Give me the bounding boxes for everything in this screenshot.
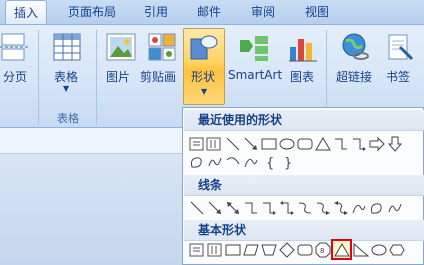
svg-text:{: { bbox=[266, 156, 274, 170]
elbow-arrow-connector-shape-icon[interactable] bbox=[261, 200, 277, 216]
oval-shape-icon[interactable] bbox=[371, 242, 387, 258]
bookmark-icon bbox=[388, 34, 414, 61]
tab-page-layout[interactable]: 页面布局 bbox=[60, 0, 124, 24]
diamond-shape-icon[interactable] bbox=[279, 242, 295, 258]
bookmark-label: 书签 bbox=[386, 70, 411, 84]
oval-shape-icon[interactable] bbox=[279, 136, 295, 152]
page-break-icon bbox=[0, 33, 28, 61]
svg-text:8: 8 bbox=[320, 247, 324, 255]
freeform-shape-icon[interactable] bbox=[369, 200, 385, 216]
chevron-down-icon: ▼ bbox=[201, 87, 208, 96]
tab-mailings[interactable]: 邮件 bbox=[189, 0, 229, 24]
picture-label: 图片 bbox=[106, 70, 131, 84]
tab-view[interactable]: 视图 bbox=[297, 0, 337, 24]
parallelogram-shape-icon[interactable] bbox=[243, 242, 259, 258]
table-icon bbox=[53, 33, 81, 61]
clipart-icon bbox=[148, 33, 176, 61]
textbox-shape-icon[interactable] bbox=[189, 136, 205, 152]
vertical-textbox-shape-icon[interactable] bbox=[207, 242, 223, 258]
chart-button[interactable]: 图表 bbox=[284, 30, 322, 90]
shapes-label: 形状 bbox=[191, 70, 216, 84]
chart-icon bbox=[289, 39, 317, 62]
tab-references[interactable]: 引用 bbox=[136, 0, 176, 24]
rectangle-shape-icon[interactable] bbox=[225, 242, 241, 258]
group-separator bbox=[96, 30, 97, 125]
right-arrow-shape-icon[interactable] bbox=[369, 136, 385, 152]
bookmark-button[interactable]: 书签 bbox=[380, 30, 420, 90]
page-break-button[interactable]: 分页 bbox=[0, 30, 34, 90]
rounded-rectangle-shape-icon[interactable] bbox=[297, 136, 313, 152]
group-label-table: 表格 bbox=[57, 112, 79, 125]
elbow-arrow-connector-shape-icon[interactable] bbox=[351, 136, 367, 152]
section-basic-shapes: 基本形状 bbox=[184, 220, 424, 241]
hyperlink-button[interactable]: 超链接 bbox=[332, 30, 378, 90]
clipart-button[interactable]: 剪贴画 bbox=[140, 30, 184, 90]
elbow-double-arrow-connector-shape-icon[interactable] bbox=[279, 200, 295, 216]
rectangle-shape-icon[interactable] bbox=[261, 136, 277, 152]
smartart-icon bbox=[240, 36, 268, 61]
curved-double-arrow-connector-shape-icon[interactable] bbox=[333, 200, 349, 216]
basic-shapes-row: 8 bbox=[189, 239, 424, 260]
curve-shape-icon[interactable] bbox=[351, 200, 367, 216]
right-triangle-shape-icon[interactable] bbox=[353, 242, 369, 258]
elbow-connector-shape-icon[interactable] bbox=[243, 200, 259, 216]
lines-shapes-row bbox=[189, 200, 421, 218]
chart-label: 图表 bbox=[290, 70, 315, 84]
arc-shape-icon[interactable] bbox=[225, 154, 241, 170]
scribble-shape-icon[interactable] bbox=[207, 154, 223, 170]
isosceles-triangle-shape-selected[interactable] bbox=[331, 239, 352, 260]
rounded-rectangle-shape-icon[interactable] bbox=[297, 242, 313, 258]
hexagon-shape-icon[interactable] bbox=[389, 242, 405, 258]
shapes-gallery: 最近使用的形状 { } 线条 基本形状 8 bbox=[182, 107, 424, 265]
section-lines: 线条 bbox=[184, 175, 424, 196]
section-recent-shapes: 最近使用的形状 bbox=[184, 110, 424, 131]
elbow-connector-shape-icon[interactable] bbox=[333, 136, 349, 152]
down-arrow-shape-icon[interactable] bbox=[387, 136, 403, 152]
document-ruler bbox=[0, 128, 185, 154]
line-shape-icon[interactable] bbox=[189, 200, 205, 216]
arrow-shape-icon[interactable] bbox=[207, 200, 223, 216]
group-separator bbox=[38, 30, 39, 125]
curve-shape-icon[interactable] bbox=[243, 154, 259, 170]
shapes-icon bbox=[190, 35, 218, 60]
hyperlink-label: 超链接 bbox=[336, 70, 373, 84]
chevron-down-icon: ▼ bbox=[63, 84, 70, 93]
smartart-label: SmartArt bbox=[228, 68, 283, 82]
picture-button[interactable]: 图片 bbox=[102, 30, 140, 90]
curved-arrow-connector-shape-icon[interactable] bbox=[315, 200, 331, 216]
tab-insert[interactable]: 插入 bbox=[5, 0, 47, 25]
svg-text:}: } bbox=[284, 156, 292, 170]
trapezoid-shape-icon[interactable] bbox=[261, 242, 277, 258]
freeform-shape-icon[interactable] bbox=[189, 154, 205, 170]
triangle-shape-icon[interactable] bbox=[315, 136, 331, 152]
recent-shapes-row: { } bbox=[189, 154, 421, 172]
recent-shapes-row bbox=[189, 136, 421, 154]
hyperlink-icon bbox=[342, 33, 369, 60]
triangle-shape-icon bbox=[334, 243, 350, 257]
tab-review[interactable]: 审阅 bbox=[243, 0, 283, 24]
scribble-shape-icon[interactable] bbox=[387, 200, 403, 216]
double-arrow-shape-icon[interactable] bbox=[225, 200, 241, 216]
shapes-button[interactable]: 形状 ▼ bbox=[183, 28, 225, 105]
picture-icon bbox=[106, 33, 136, 61]
right-brace-shape-icon[interactable]: } bbox=[279, 154, 295, 170]
left-brace-shape-icon[interactable]: { bbox=[261, 154, 277, 170]
smartart-button[interactable]: SmartArt bbox=[226, 30, 282, 90]
clipart-label: 剪贴画 bbox=[140, 70, 177, 84]
table-label: 表格 bbox=[54, 70, 79, 84]
curved-connector-shape-icon[interactable] bbox=[297, 200, 313, 216]
table-button[interactable]: 表格 ▼ bbox=[46, 30, 90, 100]
textbox-shape-icon[interactable] bbox=[189, 242, 205, 258]
arrow-shape-icon[interactable] bbox=[243, 136, 259, 152]
line-shape-icon[interactable] bbox=[225, 136, 241, 152]
page-break-label: 分页 bbox=[3, 70, 28, 84]
ribbon-tab-bar: 插入 页面布局 引用 邮件 审阅 视图 bbox=[0, 0, 424, 25]
vertical-textbox-shape-icon[interactable] bbox=[206, 136, 222, 152]
octagon-shape-icon[interactable]: 8 bbox=[315, 242, 331, 258]
